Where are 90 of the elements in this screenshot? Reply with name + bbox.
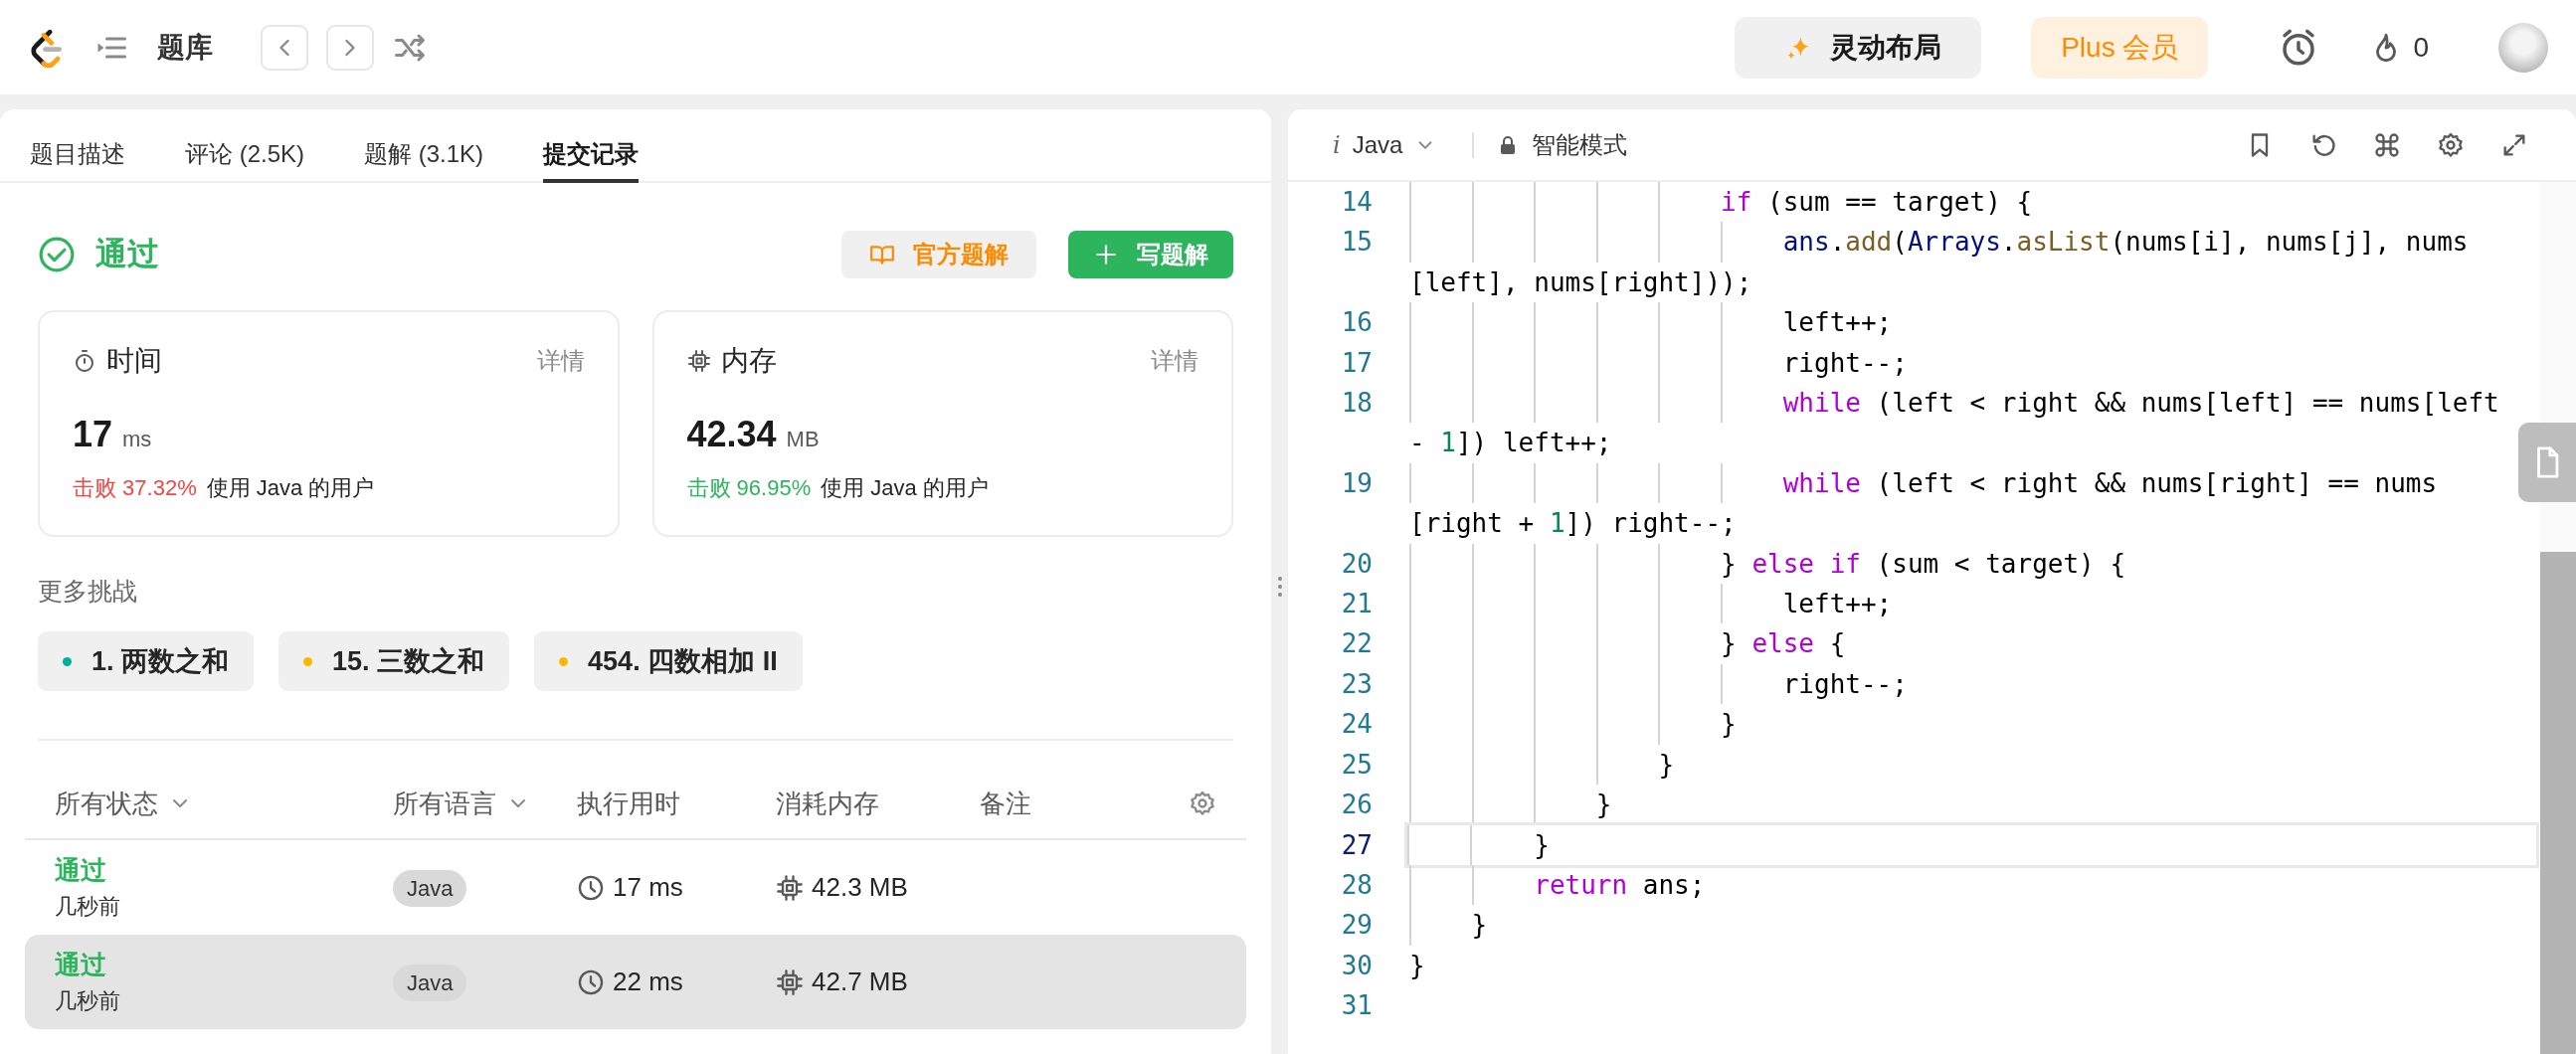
submission-row[interactable]: 通过 几秒前 Java 17 ms 42.3 MB	[25, 840, 1246, 935]
line-number: 26	[1340, 789, 1373, 822]
line-number: 21	[1340, 588, 1373, 621]
line-number: 23	[1340, 667, 1373, 701]
stat-title: 内存	[720, 344, 777, 378]
line-number: 18	[1340, 387, 1373, 421]
plus-icon	[1093, 242, 1119, 267]
column-filter[interactable]: 所有状态	[55, 786, 393, 821]
code-line: ans.add(Arrays.asList(nums[i], nums[j], nums [left], nums[right]));	[1409, 222, 2536, 303]
code-line: right--;	[1409, 342, 2536, 384]
tab[interactable]: 题解 (3.1K)	[364, 111, 484, 183]
result-status: 通过	[95, 235, 159, 273]
line-number: 25	[1340, 748, 1373, 782]
stat-unit: MB	[786, 427, 820, 452]
mode-label: 智能模式	[1532, 129, 1628, 160]
line-number: 16	[1340, 306, 1373, 340]
avatar[interactable]	[2498, 22, 2548, 73]
time-cell-text: 几秒前	[55, 987, 121, 1015]
clock-icon	[577, 967, 605, 996]
code-line: }	[1409, 949, 1426, 982]
code-line: }	[1409, 744, 2536, 786]
streak-count: 0	[2413, 31, 2429, 64]
line-number: 22	[1340, 627, 1373, 661]
code-line: }	[1407, 824, 2536, 865]
line-number: 24	[1340, 708, 1373, 742]
command-icon[interactable]	[2373, 130, 2401, 159]
next-button[interactable]	[326, 24, 374, 71]
chip-icon	[776, 873, 804, 902]
memory-cell: 42.7 MB	[812, 966, 908, 997]
line-number: 14	[1340, 186, 1373, 219]
column-header: 消耗内存	[776, 787, 880, 820]
line-number: 17	[1340, 346, 1373, 380]
code-line: left++;	[1409, 584, 2536, 624]
scroll-thumb[interactable]	[2540, 552, 2576, 1054]
stat-unit: ms	[122, 427, 152, 452]
line-number: 20	[1340, 547, 1373, 581]
language-tag: Java	[393, 965, 467, 1001]
settings-icon[interactable]	[1189, 790, 1216, 817]
column-header: 执行用时	[577, 787, 681, 820]
beats-percent: 击败 37.32%	[73, 474, 197, 502]
column-header: 备注	[980, 787, 1032, 820]
runtime-cell: 17 ms	[613, 872, 683, 903]
line-number: 27	[1340, 828, 1373, 862]
stat-value: 42.34	[686, 414, 777, 455]
stat-value: 17	[73, 414, 113, 455]
beats-percent: 击败 96.95%	[686, 474, 812, 502]
tab[interactable]: 提交记录	[543, 111, 640, 183]
language-select[interactable]: i Java	[1333, 130, 1437, 159]
code-line: left++;	[1409, 302, 2536, 343]
chip-icon	[776, 967, 804, 996]
settings-icon[interactable]	[2437, 130, 2465, 159]
line-number: 19	[1340, 466, 1373, 500]
line-number: 30	[1340, 949, 1373, 982]
tab[interactable]: 评论 (2.5K)	[185, 111, 305, 183]
line-number: 28	[1340, 868, 1373, 902]
section-title: 更多挑战	[38, 576, 138, 607]
submission-row[interactable]: 通过 几秒前 Java 22 ms 42.7 MB	[25, 935, 1246, 1029]
code-line: }	[1409, 905, 2536, 946]
drag-handle-icon[interactable]	[1276, 576, 1283, 598]
clock-icon	[577, 873, 605, 902]
time-cell-text: 几秒前	[55, 893, 121, 921]
code-line: if (sum == target) {	[1409, 182, 2536, 223]
code-line: } else if (sum < target) {	[1409, 543, 2536, 585]
runtime-cell: 22 ms	[613, 966, 683, 997]
beats-caption: 使用 Java 的用户	[206, 474, 375, 502]
check-circle-icon	[38, 236, 76, 273]
language-tag: Java	[393, 870, 467, 907]
timer-icon	[73, 349, 96, 373]
challenge-chip[interactable]: 15. 三数之和	[278, 631, 510, 691]
code-line: right--;	[1409, 663, 2536, 705]
challenge-chip[interactable]: 1. 两数之和	[38, 631, 255, 691]
column-filter[interactable]: 所有语言	[393, 786, 577, 821]
beats-caption: 使用 Java 的用户	[821, 474, 989, 502]
code-line: }	[1409, 704, 2536, 745]
notes-button[interactable]	[2518, 423, 2576, 502]
line-number: 31	[1340, 989, 1373, 1023]
scrollbar[interactable]	[2540, 182, 2576, 1054]
chip-icon	[686, 349, 711, 373]
layout-button[interactable]: 灵动布局	[1735, 16, 1982, 79]
stat-title: 时间	[106, 344, 162, 378]
tab[interactable]: 题目描述	[30, 111, 125, 183]
code-line: } else {	[1409, 623, 2536, 664]
line-number: 29	[1340, 909, 1373, 943]
code-line: }	[1409, 785, 2536, 825]
line-number: 15	[1340, 226, 1373, 260]
page-title[interactable]: 题库	[157, 28, 213, 67]
previous-button[interactable]	[261, 24, 308, 71]
memory-cell: 42.3 MB	[812, 872, 908, 903]
code-line: return ans;	[1409, 864, 2536, 906]
challenge-chip[interactable]: 454. 四数相加 II	[534, 631, 803, 691]
